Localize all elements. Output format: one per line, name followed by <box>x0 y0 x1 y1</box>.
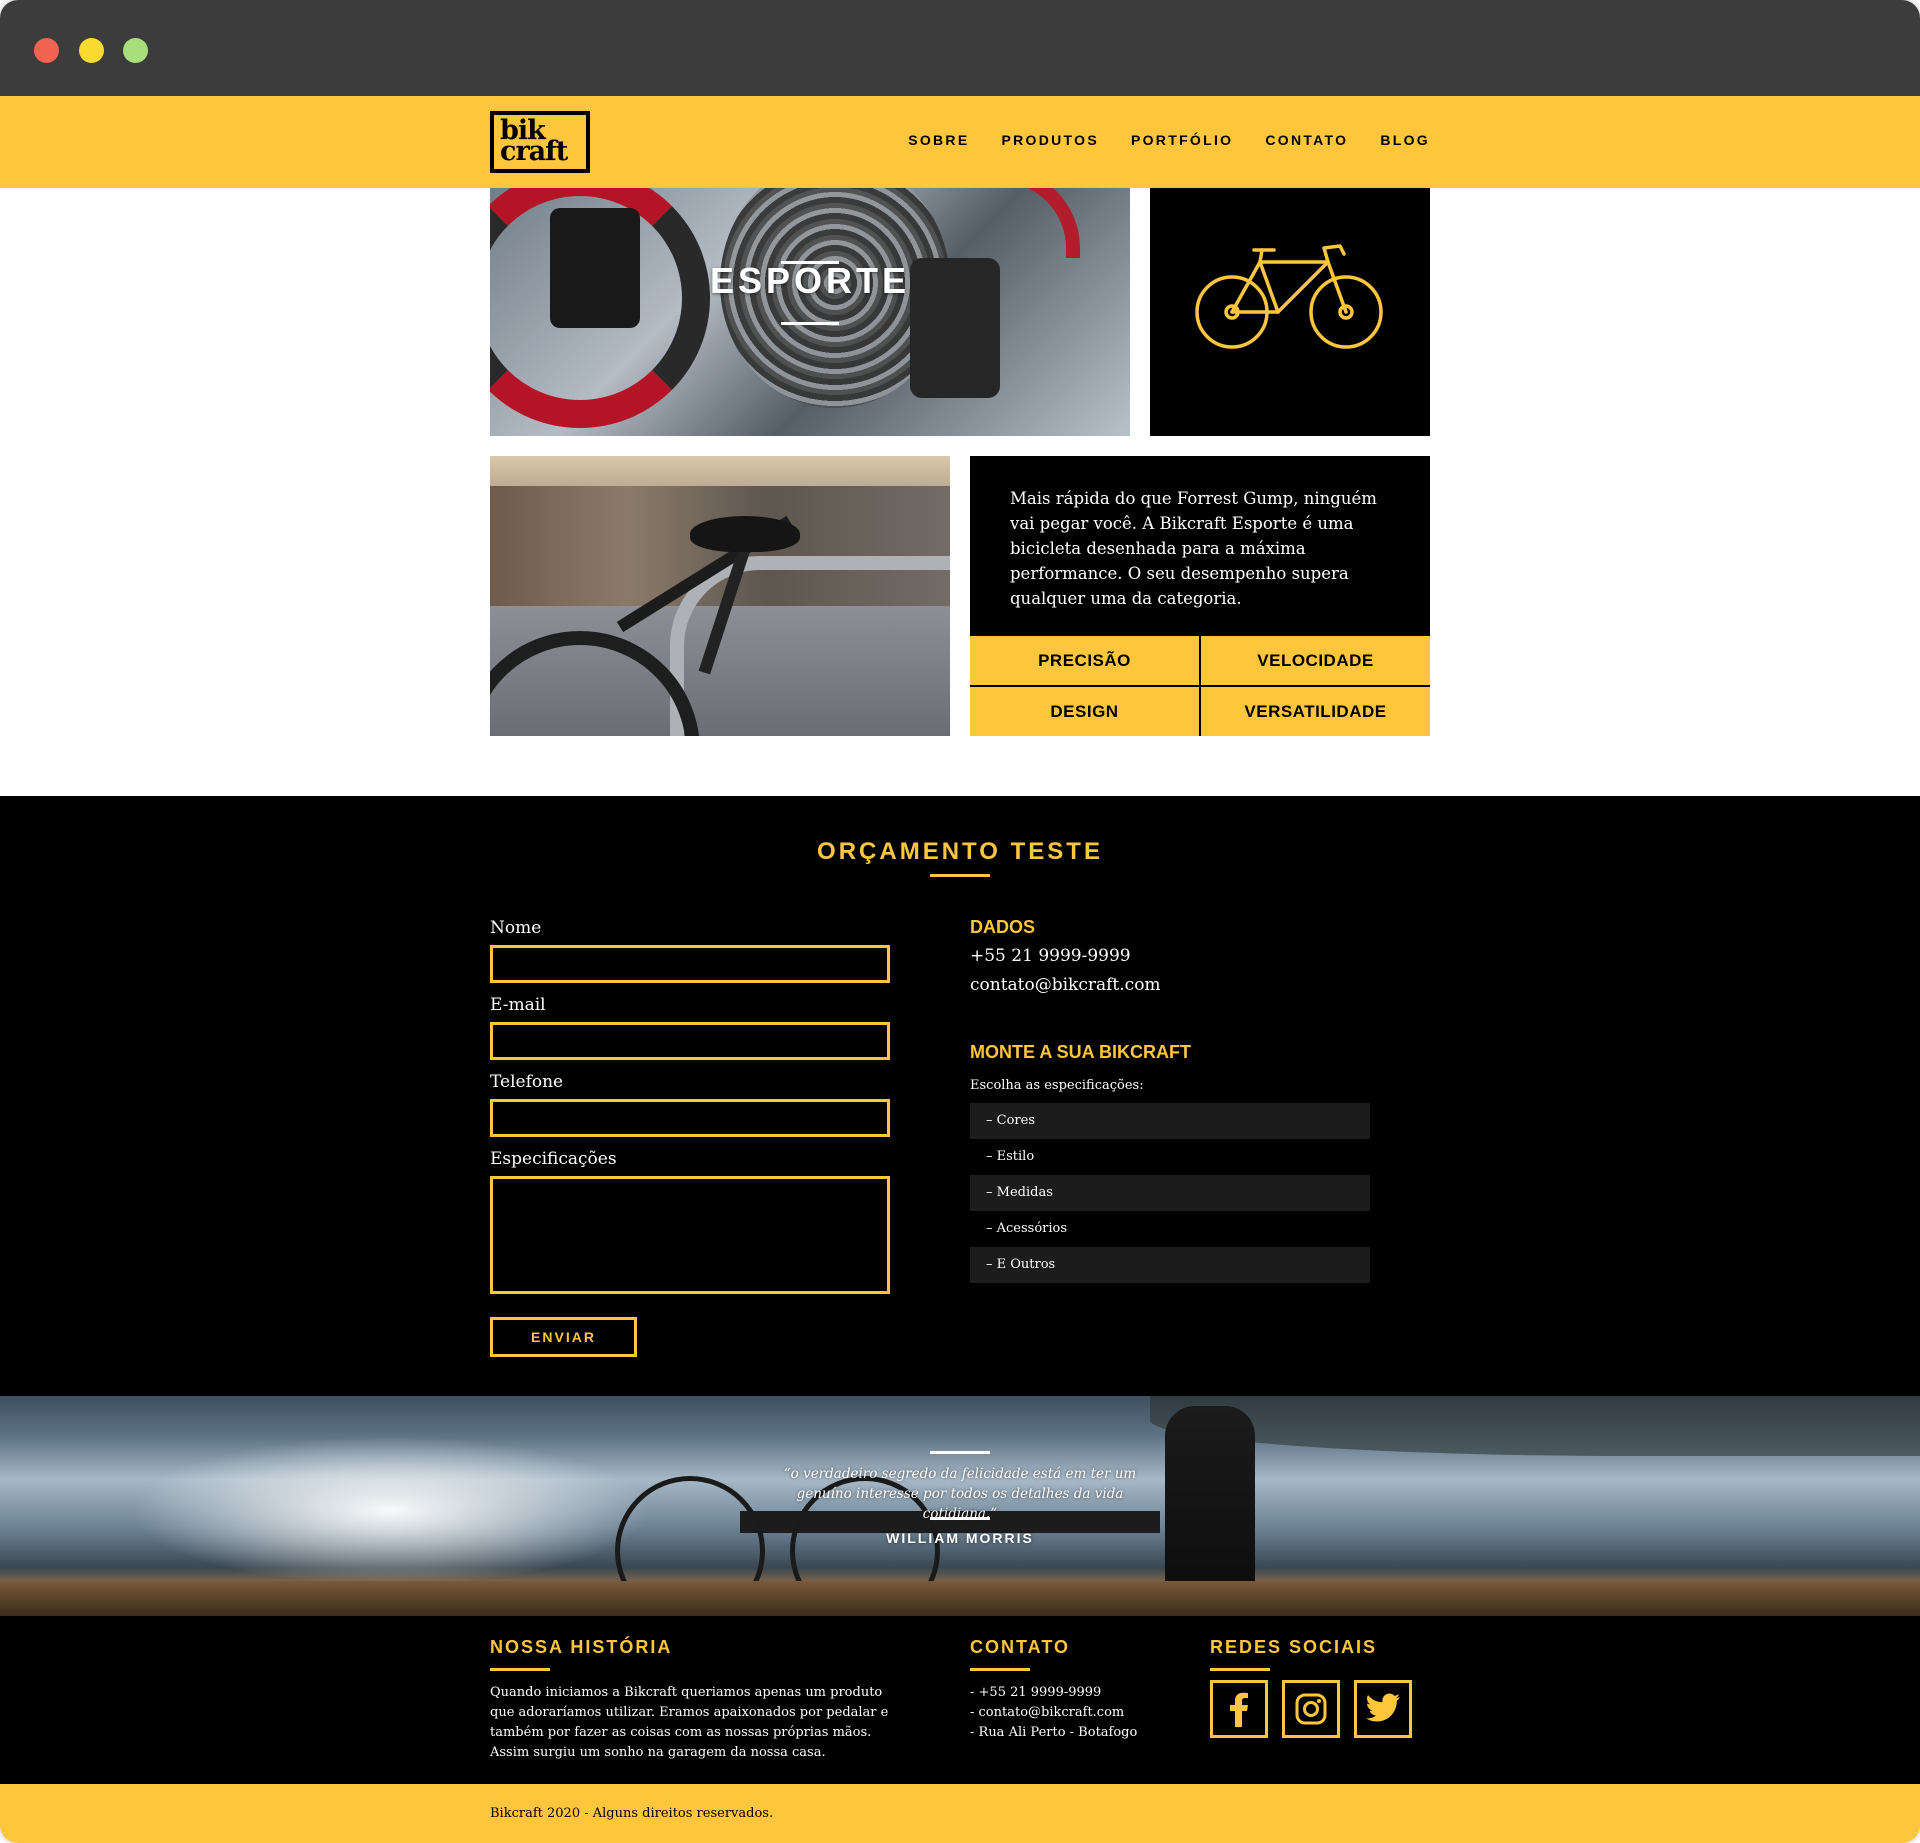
browser-chrome <box>0 0 1920 96</box>
bikcraft-logo[interactable]: bik craft <box>490 111 590 173</box>
browser-window: bik craft SOBRE PRODUTOS PORTFÓLIO CONTA… <box>0 0 1920 1843</box>
bicycle-icon <box>1195 244 1383 349</box>
form-title-rule <box>930 874 990 877</box>
social-title-rule <box>1210 1668 1270 1671</box>
email-input[interactable] <box>490 1022 890 1060</box>
specs-label: Especificações <box>490 1149 617 1169</box>
history-text: Quando iniciamos a Bikcraft queriamos ap… <box>490 1685 889 1760</box>
instagram-link[interactable] <box>1282 1680 1340 1738</box>
hero-title-rule-bottom <box>781 322 839 325</box>
nav-link-blog[interactable]: BLOG <box>1380 132 1430 148</box>
spec-item-medidas: – Medidas <box>970 1175 1370 1211</box>
dados-title: DADOS <box>970 917 1036 937</box>
hero-image: ESPORTE <box>490 188 1130 436</box>
hero-title: ESPORTE <box>709 260 911 301</box>
quote-text: “o verdadeiro segredo da felicidade está… <box>783 1466 1137 1522</box>
nav-link-portfolio[interactable]: PORTFÓLIO <box>1131 132 1233 148</box>
facebook-icon <box>1230 1692 1248 1727</box>
instagram-icon <box>1295 1693 1327 1725</box>
footer-contact-rule <box>970 1668 1030 1671</box>
spec-item-acessorios: – Acessórios <box>986 1221 1068 1236</box>
feature-precisao: PRECISÃO <box>970 636 1199 685</box>
copyright-bar: Bikcraft 2020 - Alguns direitos reservad… <box>0 1784 1920 1843</box>
email-label: E-mail <box>490 995 546 1015</box>
contact-email[interactable]: contato@bikcraft.com <box>970 975 1161 995</box>
footer-contact-email[interactable]: - contato@bikcraft.com <box>970 1703 1124 1723</box>
nav-link-contato[interactable]: CONTATO <box>1265 132 1348 148</box>
phone-label: Telefone <box>490 1072 564 1092</box>
form-section-title: ORÇAMENTO TESTE <box>817 838 1103 865</box>
social-title: REDES SOCIAIS <box>1210 1637 1378 1657</box>
history-title-rule <box>490 1668 550 1671</box>
quote-author: WILLIAM MORRIS <box>886 1530 1034 1546</box>
footer-contact-address: - Rua Ali Perto - Botafogo <box>970 1725 1138 1740</box>
bicycle-icon-box <box>1150 188 1430 436</box>
spec-item-outros: – E Outros <box>970 1247 1370 1283</box>
contact-phone: +55 21 9999-9999 <box>970 946 1131 966</box>
twitter-icon <box>1366 1693 1400 1722</box>
product-description: Mais rápida do que Forrest Gump, ninguém… <box>970 456 1430 636</box>
facebook-link[interactable] <box>1210 1680 1268 1738</box>
feature-versatilidade: VERSATILIDADE <box>1201 687 1430 736</box>
twitter-link[interactable] <box>1354 1680 1412 1738</box>
nav-link-produtos[interactable]: PRODUTOS <box>1001 132 1099 148</box>
build-title: MONTE A SUA BIKCRAFT <box>970 1042 1191 1062</box>
quote-form-section <box>0 796 1920 1396</box>
phone-input[interactable] <box>490 1099 890 1137</box>
submit-button[interactable]: ENVIAR <box>490 1317 637 1357</box>
copyright-text: Bikcraft 2020 - Alguns direitos reservad… <box>490 1806 774 1821</box>
quote-rule-bottom <box>930 1517 990 1520</box>
footer-contact-title: CONTATO <box>970 1637 1070 1657</box>
maximize-window-button[interactable] <box>123 38 148 63</box>
spec-item-cores: – Cores <box>970 1103 1370 1139</box>
quote-rule-top <box>930 1451 990 1454</box>
build-intro: Escolha as especificações: <box>970 1078 1144 1093</box>
minimize-window-button[interactable] <box>79 38 104 63</box>
site-footer <box>0 1616 1920 1784</box>
main-nav: SOBRE PRODUTOS PORTFÓLIO CONTATO BLOG <box>908 132 1430 148</box>
specs-textarea[interactable] <box>490 1176 890 1294</box>
name-label: Nome <box>490 918 542 938</box>
spec-item-estilo: – Estilo <box>986 1149 1035 1164</box>
feature-design: DESIGN <box>970 687 1199 736</box>
feature-velocidade: VELOCIDADE <box>1201 636 1430 685</box>
close-window-button[interactable] <box>34 38 59 63</box>
name-input[interactable] <box>490 945 890 983</box>
bike-photo <box>490 456 950 736</box>
nav-link-sobre[interactable]: SOBRE <box>908 132 969 148</box>
footer-contact-phone: - +55 21 9999-9999 <box>970 1685 1102 1700</box>
site-header: bik craft SOBRE PRODUTOS PORTFÓLIO CONTA… <box>0 96 1920 188</box>
feature-grid: PRECISÃO VELOCIDADE DESIGN VERSATILIDADE <box>970 636 1430 736</box>
history-title: NOSSA HISTÓRIA <box>490 1637 673 1657</box>
